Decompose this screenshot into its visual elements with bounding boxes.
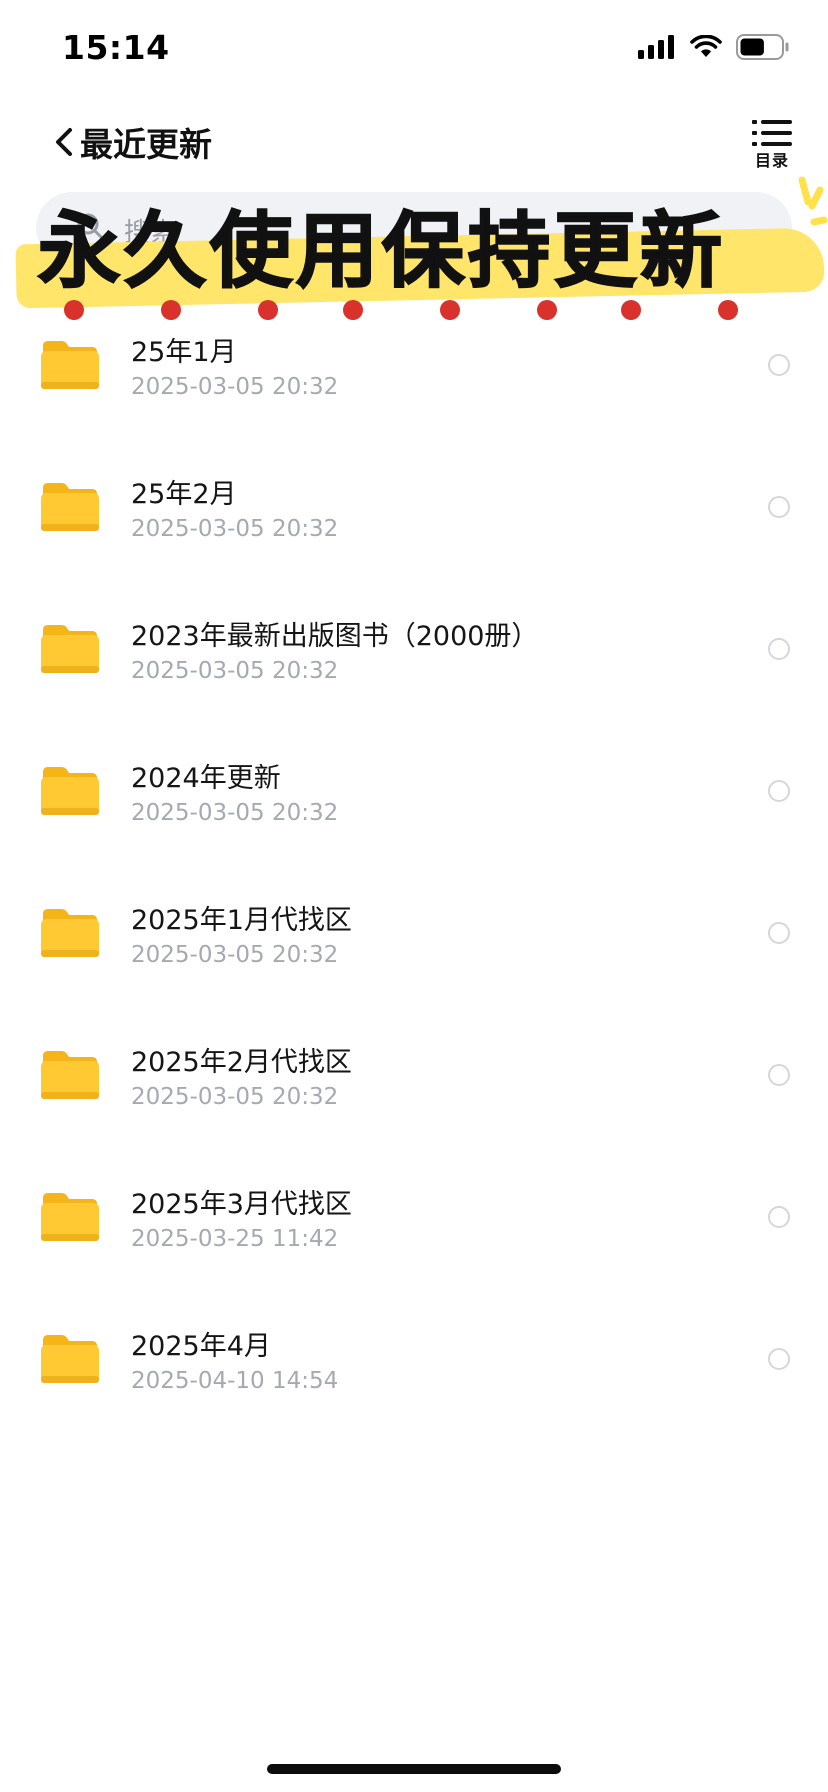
file-name: 2024年更新 bbox=[131, 763, 281, 794]
search-icon bbox=[77, 213, 105, 241]
folder-icon bbox=[41, 341, 99, 389]
file-row[interactable]: 25年2月 2025-03-05 20:32 bbox=[0, 456, 828, 598]
file-name: 25年1月 bbox=[131, 337, 237, 368]
select-checkbox[interactable] bbox=[768, 1348, 790, 1370]
sparkle-icon bbox=[798, 176, 828, 226]
wifi-icon bbox=[690, 34, 722, 63]
folder-icon bbox=[41, 1335, 99, 1383]
folder-icon bbox=[41, 625, 99, 673]
file-date: 2025-03-05 20:32 bbox=[131, 1084, 339, 1110]
table-of-contents-label: 目录 bbox=[754, 151, 789, 170]
status-icons bbox=[638, 34, 790, 64]
select-checkbox[interactable] bbox=[768, 354, 790, 376]
cellular-signal-icon bbox=[638, 35, 676, 63]
page-title: 最近更新 bbox=[80, 125, 212, 164]
home-indicator[interactable] bbox=[267, 1764, 561, 1774]
file-date: 2025-03-05 20:32 bbox=[131, 942, 339, 968]
file-name: 25年2月 bbox=[131, 479, 237, 510]
file-row[interactable]: 2024年更新 2025-03-05 20:32 bbox=[0, 740, 828, 882]
select-checkbox[interactable] bbox=[768, 496, 790, 518]
file-date: 2025-04-10 14:54 bbox=[131, 1368, 339, 1394]
file-name: 2025年4月 bbox=[131, 1331, 271, 1362]
folder-icon bbox=[41, 767, 99, 815]
select-checkbox[interactable] bbox=[768, 922, 790, 944]
file-list: 25年1月 2025-03-05 20:32 25年2月 2025-03-05 … bbox=[0, 314, 828, 1450]
select-checkbox[interactable] bbox=[768, 1206, 790, 1228]
folder-icon bbox=[41, 483, 99, 531]
list-icon bbox=[752, 120, 792, 146]
file-date: 2025-03-25 11:42 bbox=[131, 1226, 339, 1252]
file-row[interactable]: 2023年最新出版图书（2000册） 2025-03-05 20:32 bbox=[0, 598, 828, 740]
status-time: 15:14 bbox=[62, 28, 170, 67]
table-of-contents-button[interactable]: 目录 bbox=[750, 120, 794, 171]
search-bar[interactable]: 搜索 bbox=[36, 192, 792, 264]
select-checkbox[interactable] bbox=[768, 1064, 790, 1086]
select-checkbox[interactable] bbox=[768, 780, 790, 802]
file-row[interactable]: 2025年4月 2025-04-10 14:54 bbox=[0, 1308, 828, 1450]
navigation-bar: 最近更新 目录 bbox=[0, 100, 828, 180]
battery-icon bbox=[736, 34, 790, 64]
file-name: 2025年2月代找区 bbox=[131, 1047, 352, 1078]
search-placeholder: 搜索 bbox=[124, 218, 177, 248]
back-button[interactable]: 最近更新 bbox=[50, 118, 212, 166]
file-row[interactable]: 2025年3月代找区 2025-03-25 11:42 bbox=[0, 1166, 828, 1308]
file-date: 2025-03-05 20:32 bbox=[131, 800, 339, 826]
file-date: 2025-03-05 20:32 bbox=[131, 516, 339, 542]
chevron-left-icon bbox=[56, 128, 72, 156]
file-name: 2025年1月代找区 bbox=[131, 905, 352, 936]
file-name: 2023年最新出版图书（2000册） bbox=[131, 621, 539, 652]
file-row[interactable]: 25年1月 2025-03-05 20:32 bbox=[0, 314, 828, 456]
folder-icon bbox=[41, 1193, 99, 1241]
folder-icon bbox=[41, 909, 99, 957]
file-date: 2025-03-05 20:32 bbox=[131, 658, 339, 684]
file-name: 2025年3月代找区 bbox=[131, 1189, 352, 1220]
select-checkbox[interactable] bbox=[768, 638, 790, 660]
file-date: 2025-03-05 20:32 bbox=[131, 374, 339, 400]
file-row[interactable]: 2025年1月代找区 2025-03-05 20:32 bbox=[0, 882, 828, 1024]
file-row[interactable]: 2025年2月代找区 2025-03-05 20:32 bbox=[0, 1024, 828, 1166]
status-bar: 15:14 bbox=[0, 0, 828, 100]
folder-icon bbox=[41, 1051, 99, 1099]
